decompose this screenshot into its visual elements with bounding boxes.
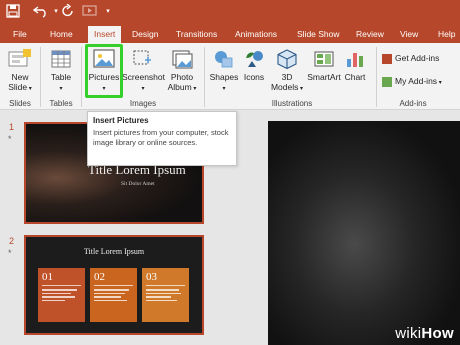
smartart-button[interactable]: SmartArt — [305, 48, 343, 82]
table-dropdown-icon: ▾ — [59, 86, 63, 92]
screenshot-icon — [133, 50, 151, 65]
new-slide-label-2: Slide — [8, 82, 28, 92]
slide-animation-marker: * — [8, 248, 12, 258]
slide-animation-marker: * — [8, 134, 12, 144]
new-slide-dropdown-icon: ▾ — [27, 86, 32, 92]
my-addins-button[interactable]: My Add-ins ▾ — [382, 76, 442, 88]
new-slide-icon — [8, 49, 31, 67]
3d-models-label-1: 3D — [281, 72, 293, 82]
photo-album-icon — [172, 50, 193, 69]
new-slide-label-1: New — [11, 72, 29, 82]
my-addins-label: My Add-ins — [395, 76, 438, 86]
3d-cube-icon — [277, 49, 297, 70]
table-icon — [51, 50, 71, 68]
3d-models-button[interactable]: 3D Models ▾ — [270, 48, 304, 94]
smartart-icon — [314, 51, 334, 67]
icons-icon — [246, 51, 263, 67]
undo-icon[interactable] — [33, 4, 51, 20]
watermark-logo: wikiHow — [395, 325, 454, 342]
3d-models-label-2: Models — [270, 82, 299, 92]
store-icon — [382, 53, 392, 64]
shapes-button[interactable]: Shapes ▾ — [208, 48, 240, 94]
chart-label: Chart — [344, 72, 366, 82]
3d-models-dropdown-icon: ▾ — [298, 86, 304, 92]
shapes-icon — [215, 51, 233, 68]
table-label: Table — [50, 72, 72, 82]
slide-thumbnail-2[interactable]: Title Lorem Ipsum 01 02 03 — [24, 235, 204, 335]
screenshot-label: Screenshot — [122, 72, 165, 82]
undo-dropdown-icon[interactable]: ▾ — [52, 4, 60, 20]
group-illustrations-label: Illustrations — [271, 99, 313, 108]
tab-file[interactable]: File — [13, 25, 27, 43]
ribbon: New Slide ▾ Slides Table ▾ Tables Pictur… — [0, 43, 460, 110]
tab-slide-show[interactable]: Slide Show — [297, 25, 340, 43]
title-bar: ▾ ▾ — [0, 0, 460, 25]
content-card: 03 — [142, 268, 189, 322]
photo-album-button[interactable]: Photo Album ▾ — [165, 48, 199, 94]
smartart-label: SmartArt — [307, 72, 341, 82]
customize-toolbar-icon[interactable]: ▾ — [104, 4, 112, 20]
photo-album-label-1: Photo — [170, 72, 194, 82]
slide-2-title: Title Lorem Ipsum — [83, 247, 145, 256]
chart-button[interactable]: Chart — [342, 48, 368, 82]
tab-animations[interactable]: Animations — [235, 25, 277, 43]
main-slide-canvas[interactable]: wikiHow — [268, 121, 460, 345]
screenshot-dropdown-icon: ▾ — [141, 86, 145, 92]
shapes-label: Shapes — [209, 72, 239, 82]
content-card: 02 — [90, 268, 137, 322]
pictures-highlight — [85, 44, 123, 98]
photo-album-label-2: Album — [167, 82, 192, 92]
tab-transitions[interactable]: Transitions — [176, 25, 217, 43]
screenshot-button[interactable]: Screenshot ▾ — [122, 48, 165, 94]
photo-album-dropdown-icon: ▾ — [191, 86, 197, 92]
tab-help[interactable]: Help — [438, 25, 455, 43]
my-addins-dropdown-icon: ▾ — [437, 80, 442, 86]
content-card: 01 — [38, 268, 85, 322]
get-addins-button[interactable]: Get Add-ins — [382, 53, 439, 64]
tooltip-body: Insert pictures from your computer, stoc… — [93, 128, 229, 147]
tab-home[interactable]: Home — [50, 25, 73, 43]
table-button[interactable]: Table ▾ — [46, 48, 76, 94]
chart-icon — [347, 53, 363, 67]
group-divider — [81, 47, 82, 107]
group-divider — [204, 47, 205, 107]
slide-1-subtitle: Sit Dolor Amet — [121, 181, 155, 187]
card-number: 02 — [94, 271, 133, 286]
group-divider — [376, 47, 377, 107]
shapes-dropdown-icon: ▾ — [222, 86, 226, 92]
new-slide-button[interactable]: New Slide ▾ — [4, 48, 36, 94]
tab-design[interactable]: Design — [132, 25, 158, 43]
tab-review[interactable]: Review — [356, 25, 384, 43]
group-slides-label: Slides — [9, 99, 31, 108]
slide-number: 2 — [9, 236, 15, 246]
get-addins-label: Get Add-ins — [395, 53, 440, 63]
start-from-beginning-icon[interactable] — [82, 4, 100, 20]
group-tables-label: Tables — [49, 99, 73, 108]
group-addins-label: Add-ins — [399, 99, 427, 108]
icons-label: Icons — [243, 72, 265, 82]
tooltip-title: Insert Pictures — [93, 116, 149, 125]
save-icon[interactable] — [6, 4, 22, 20]
icons-button[interactable]: Icons — [240, 48, 268, 82]
redo-icon[interactable] — [61, 4, 75, 20]
tab-view[interactable]: View — [400, 25, 418, 43]
addins-icon — [382, 76, 392, 87]
card-number: 03 — [146, 271, 185, 286]
tab-insert[interactable]: Insert — [88, 26, 122, 43]
pictures-tooltip: Insert Pictures Insert pictures from you… — [87, 111, 237, 166]
group-divider — [40, 47, 41, 107]
slide-number: 1 — [9, 122, 15, 132]
ribbon-tabs: File Home Insert Design Transitions Anim… — [0, 25, 460, 43]
card-number: 01 — [42, 271, 81, 286]
group-images-label: Images — [129, 99, 157, 108]
